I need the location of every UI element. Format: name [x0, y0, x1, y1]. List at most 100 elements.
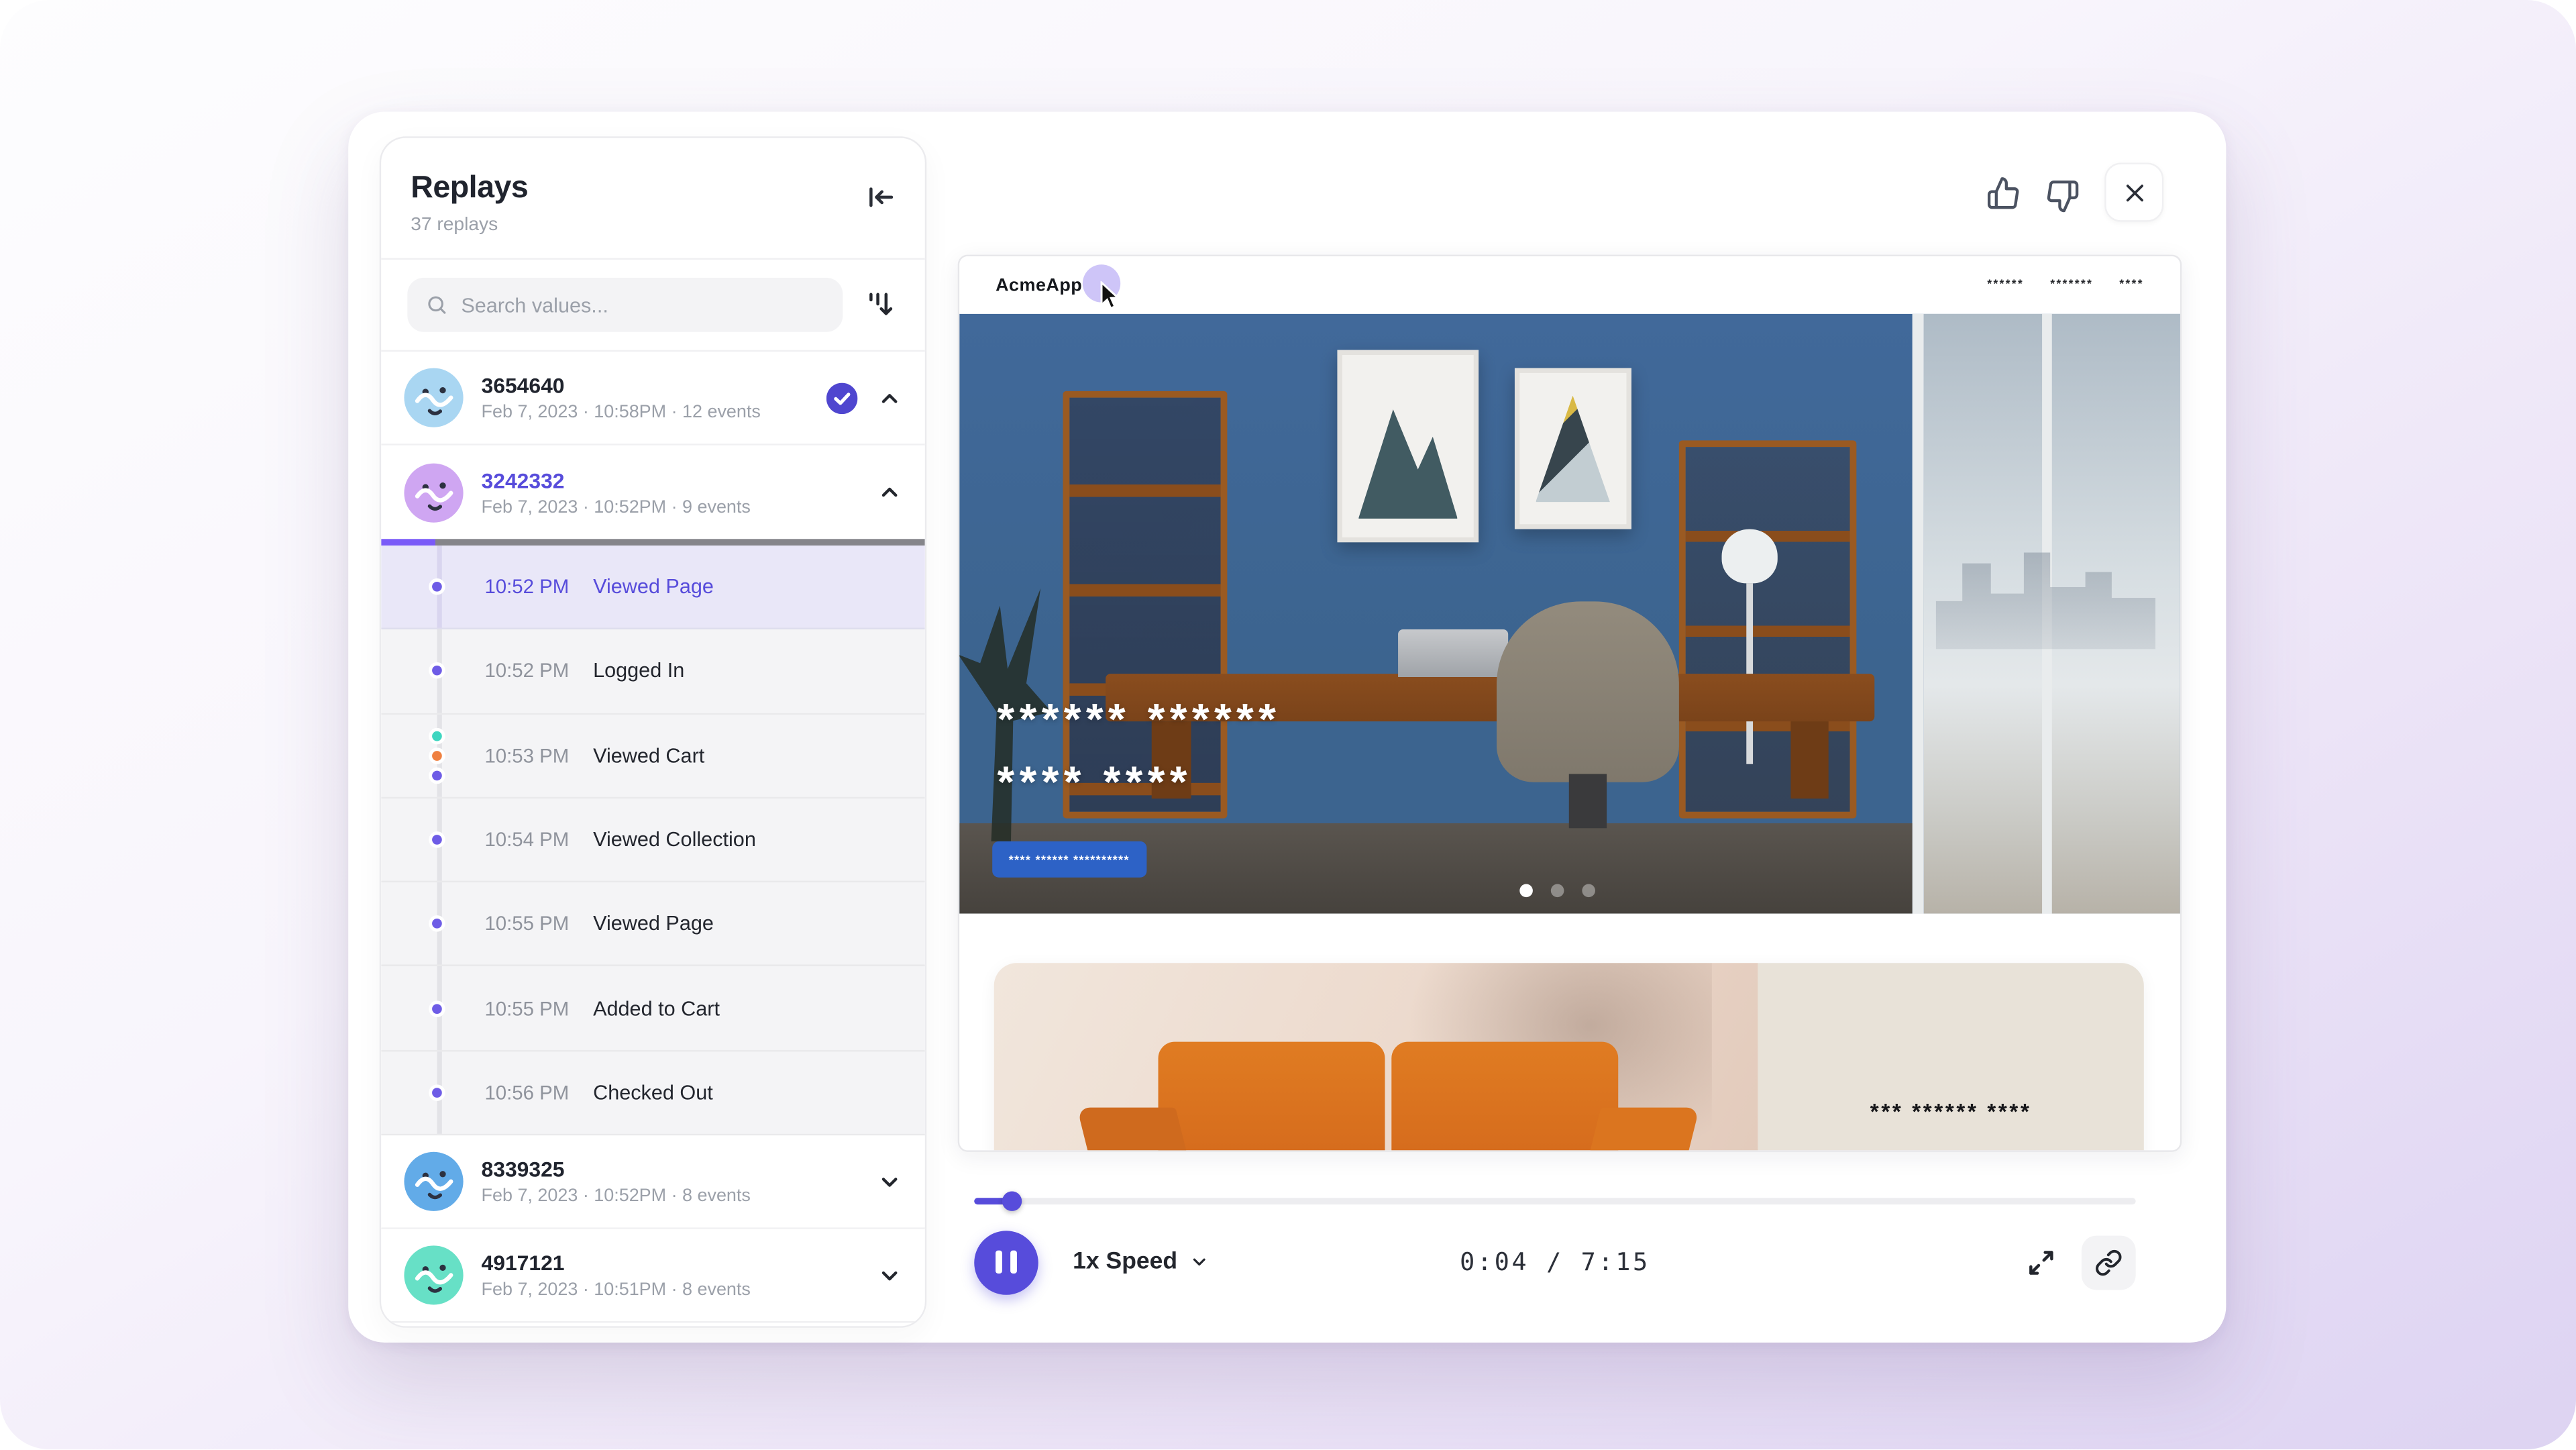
event-time: 10:52 PM: [484, 575, 593, 598]
event-row[interactable]: 10:54 PM Viewed Collection: [381, 798, 925, 883]
hero-headline-line1: ****** ******: [998, 688, 1281, 751]
replays-sidebar: Replays 37 replays: [380, 136, 927, 1328]
event-row[interactable]: 10:52 PM Logged In: [381, 630, 925, 715]
office-chair: [1497, 602, 1680, 782]
sort-button[interactable]: [863, 287, 899, 323]
time-separator: /: [1546, 1247, 1564, 1277]
event-dot: [429, 578, 445, 594]
avatar-face: [404, 368, 463, 427]
event-row[interactable]: 10:55 PM Added to Cart: [381, 967, 925, 1051]
expand-collapse-chevron[interactable]: [875, 479, 902, 505]
event-dot: [429, 1000, 445, 1017]
thumbs-down-icon: [2045, 178, 2080, 213]
current-time: 0:04: [1460, 1247, 1529, 1277]
event-dots: [429, 578, 445, 594]
replay-id: 8339325: [482, 1157, 858, 1182]
search-row: [381, 260, 925, 352]
event-dots: [429, 663, 445, 679]
cursor-icon: [1097, 281, 1122, 311]
event-label: Added to Cart: [593, 997, 720, 1020]
carousel-dot: [1582, 884, 1595, 898]
search-box[interactable]: [407, 278, 843, 332]
event-label: Viewed Page: [593, 575, 714, 598]
expand-collapse-chevron[interactable]: [875, 1168, 902, 1194]
playback-speed-label: 1x Speed: [1073, 1249, 1177, 1275]
carousel-dots: [1519, 884, 1595, 898]
event-dot: [429, 831, 445, 847]
app-nav: *****************: [1987, 279, 2143, 291]
replay-meta: Feb 7, 2023 · 10:52PM · 9 events: [482, 497, 858, 517]
collapse-sidebar-button[interactable]: [863, 180, 899, 217]
event-dot: [429, 663, 445, 679]
page-title: Replays: [411, 171, 895, 207]
event-row[interactable]: 10:53 PM Viewed Cart: [381, 714, 925, 798]
session-watch-progress: [381, 539, 925, 546]
playback-speed-dropdown[interactable]: 1x Speed: [1073, 1249, 1208, 1275]
picture-frame-2: [1515, 368, 1631, 529]
replays-list: 3654640 Feb 7, 2023 · 10:58PM · 12 event…: [381, 352, 925, 1326]
avatar: [404, 1246, 463, 1305]
player-controls: 1x Speed 0:04 / 7:15: [974, 1229, 2135, 1295]
sofa-back: [1159, 1042, 1619, 1152]
app-nav-item: ****: [2119, 279, 2144, 291]
thumbs-up-button[interactable]: [1986, 175, 2021, 209]
event-time: 10:53 PM: [484, 744, 593, 767]
playback-progress-bar[interactable]: [974, 1198, 2135, 1204]
replayed-app-content: *** ****** ****: [959, 914, 2180, 1152]
event-row[interactable]: 10:52 PM Viewed Page: [381, 546, 925, 630]
search-icon: [425, 293, 447, 317]
replay-id: 3654640: [482, 373, 808, 398]
replay-meta: Feb 7, 2023 · 10:58PM · 12 events: [482, 403, 808, 422]
close-button[interactable]: [2104, 162, 2163, 221]
chevron-down-icon: [1189, 1252, 1208, 1272]
expand-collapse-chevron[interactable]: [875, 1262, 902, 1288]
replay-list-item[interactable]: 3654640 Feb 7, 2023 · 10:58PM · 12 event…: [381, 352, 925, 446]
session-watch-progress-fill: [381, 539, 435, 546]
replay-list-item[interactable]: 3242332 Feb 7, 2023 · 10:52PM · 9 events: [381, 446, 925, 539]
product-masked-label: *** ****** ****: [1870, 1098, 2032, 1123]
thumbs-down-button[interactable]: [2045, 178, 2080, 213]
event-time: 10:55 PM: [484, 997, 593, 1020]
event-time: 10:55 PM: [484, 913, 593, 935]
total-duration: 7:15: [1581, 1247, 1650, 1277]
event-dots: [429, 831, 445, 847]
event-row[interactable]: 10:56 PM Checked Out: [381, 1051, 925, 1136]
playback-progress-handle[interactable]: [1002, 1192, 1022, 1211]
avatar: [404, 368, 463, 427]
event-time: 10:52 PM: [484, 660, 593, 682]
page-background: Replays 37 replays: [0, 0, 2576, 1449]
event-dot: [429, 747, 445, 764]
expand-icon: [2026, 1247, 2057, 1278]
search-input[interactable]: [461, 293, 824, 316]
replay-list-item[interactable]: 4917121 Feb 7, 2023 · 10:51PM · 8 events: [381, 1229, 925, 1323]
event-time: 10:54 PM: [484, 828, 593, 851]
replay-list-item[interactable]: 8339325 Feb 7, 2023 · 10:52PM · 8 events: [381, 1135, 925, 1229]
events-list: 10:52 PM Viewed Page 10:52 PM Logged In …: [381, 546, 925, 1135]
expand-collapse-chevron[interactable]: [875, 384, 902, 411]
event-dot: [429, 916, 445, 932]
replays-count: 37 replays: [411, 215, 895, 235]
carousel-dot: [1551, 884, 1564, 898]
event-dot: [429, 767, 445, 783]
event-label: Viewed Page: [593, 913, 714, 935]
expand-button[interactable]: [2026, 1247, 2057, 1278]
link-icon: [2094, 1248, 2123, 1276]
replay-viewer[interactable]: AcmeApp *****************: [958, 255, 2182, 1152]
event-dot: [429, 727, 445, 743]
hero-cta-button: **** ****** **********: [992, 841, 1146, 878]
avatar-face: [404, 1246, 463, 1305]
pause-button[interactable]: [974, 1230, 1038, 1294]
modal-toolbar: [1986, 162, 2163, 221]
picture-frame-1: [1338, 350, 1478, 541]
event-time: 10:56 PM: [484, 1081, 593, 1104]
event-label: Viewed Cart: [593, 744, 704, 767]
event-row[interactable]: 10:55 PM Viewed Page: [381, 883, 925, 968]
floor-lamp: [1722, 530, 1777, 584]
copy-link-button[interactable]: [2082, 1235, 2136, 1289]
app-nav-item: ******: [1987, 279, 2024, 291]
avatar: [404, 462, 463, 521]
pause-icon: [996, 1251, 1002, 1274]
sofa-photo: [994, 963, 1758, 1152]
replay-id: 4917121: [482, 1251, 858, 1276]
event-dots: [429, 1084, 445, 1100]
